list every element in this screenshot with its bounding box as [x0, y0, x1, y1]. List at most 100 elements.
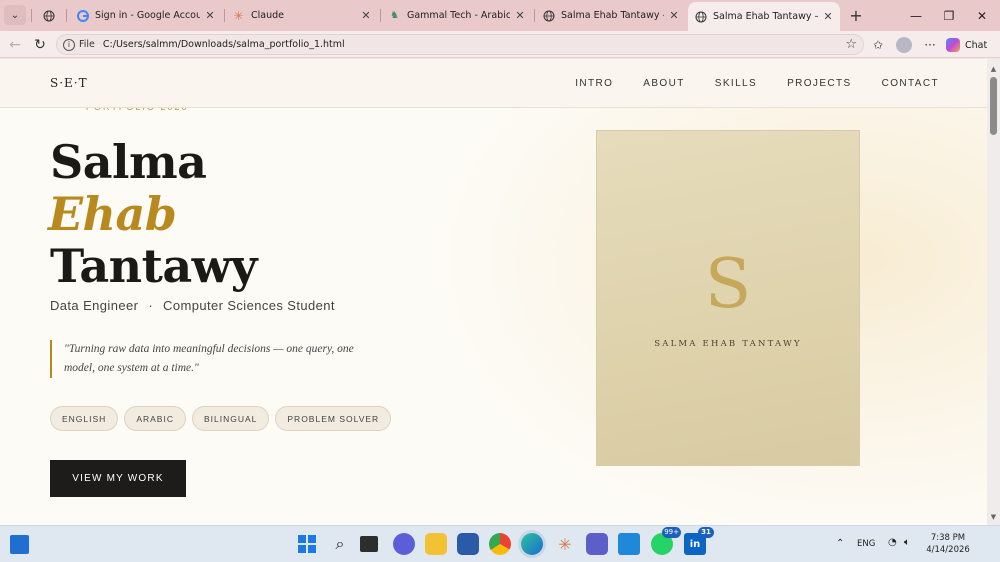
tab-separator [380, 9, 381, 22]
copilot-chat-button[interactable]: Chat [946, 35, 987, 55]
tab-title: Claude [251, 10, 284, 21]
notification-badge: 99+ [662, 527, 681, 538]
monogram: S [704, 245, 752, 324]
volume-icon[interactable]: 🔈︎ [904, 537, 910, 548]
tab-title: Sign in - Google Accounts [95, 10, 200, 21]
tab-separator [224, 9, 225, 22]
tab-title: Salma Ehab Tantawy — Portfo [561, 10, 664, 21]
language-indicator[interactable]: ENG [857, 539, 875, 549]
nav-intro[interactable]: INTRO [575, 78, 613, 89]
teams-icon[interactable] [586, 533, 608, 555]
tab-separator [534, 9, 535, 22]
more-dots-icon: ··· [924, 38, 936, 52]
web-page: PORTFOLIO 2026 Salma Ehab Tantawy Data E… [0, 59, 987, 525]
notification-badge: 31 [698, 527, 714, 538]
scroll-thumb[interactable] [990, 77, 997, 135]
scroll-up-arrow-icon[interactable]: ▲ [990, 65, 997, 73]
windows-taskbar: ⌕ ✳ 99+ in 31 ⌃ ENG ◔ 🔈︎ 7:38 PM 4/14/20… [0, 525, 1000, 562]
close-icon[interactable]: ✕ [822, 10, 834, 23]
reload-button[interactable]: ↻ [30, 35, 50, 55]
globe-icon [542, 9, 555, 22]
close-icon[interactable]: ✕ [360, 9, 372, 22]
linkedin-icon[interactable]: in 31 [684, 527, 714, 555]
tag-bilingual: BILINGUAL [191, 406, 270, 431]
tab-portfolio-active[interactable]: Salma Ehab Tantawy — Portfo ✕ [688, 2, 840, 31]
tab-claude[interactable]: ✳ Claude ✕ [226, 0, 378, 31]
edge-icon[interactable] [521, 533, 543, 555]
clock[interactable]: 7:38 PM 4/14/2026 [922, 532, 974, 556]
globe-icon [42, 9, 55, 22]
profile-button[interactable] [894, 35, 914, 55]
role-primary: Data Engineer [50, 298, 139, 313]
claude-icon: ✳ [233, 8, 244, 23]
nav-contact[interactable]: CONTACT [882, 78, 939, 89]
tab-portfolio[interactable]: Salma Ehab Tantawy — Portfo ✕ [536, 0, 686, 31]
close-icon[interactable]: ✕ [514, 9, 526, 22]
address-bar[interactable]: i File C:/Users/salmm/Downloads/salma_po… [56, 34, 864, 55]
favorites-icon: ✩ [872, 38, 884, 52]
tag-problem-solver: PROBLEM SOLVER [275, 406, 392, 431]
start-button[interactable] [296, 533, 318, 555]
new-tab-button[interactable]: + [846, 5, 866, 25]
view-my-work-button[interactable]: VIEW MY WORK [50, 460, 186, 497]
tab-google-signin[interactable]: Sign in - Google Accounts ✕ [70, 0, 222, 31]
close-window-button[interactable]: ✕ [964, 0, 1000, 31]
tab-gammal-tech[interactable]: ♞ Gammal Tech - Arabic Progra ✕ [382, 0, 532, 31]
info-icon[interactable]: i [63, 38, 75, 51]
google-icon [76, 9, 89, 22]
arrow-left-icon: ← [9, 37, 21, 53]
close-icon[interactable]: ✕ [668, 9, 680, 22]
chevron-down-icon: ⌄ [10, 9, 20, 21]
task-view-icon[interactable] [360, 536, 378, 552]
wifi-icon[interactable]: ◔ [888, 537, 897, 548]
tab-separator [31, 9, 32, 22]
more-button[interactable]: ··· [920, 35, 940, 55]
star-icon[interactable]: ☆ [845, 37, 857, 52]
browser-toolbar: ← ↻ i File C:/Users/salmm/Downloads/salm… [0, 31, 1000, 58]
page-scrollbar[interactable]: ▲ ▼ [987, 59, 1000, 525]
nav-about[interactable]: ABOUT [643, 78, 684, 89]
minimize-button[interactable]: — [898, 0, 934, 31]
plus-icon: + [849, 5, 863, 25]
tagline-quote: "Turning raw data into meaningful decisi… [50, 340, 380, 378]
pinned-tab[interactable] [36, 0, 64, 31]
avatar [896, 37, 912, 53]
restore-button[interactable]: ❐ [931, 0, 967, 31]
restore-icon: ❐ [943, 8, 955, 23]
name-middle: Ehab [48, 187, 177, 241]
favorites-button[interactable]: ✩ [868, 35, 888, 55]
chat-app-icon[interactable] [393, 533, 415, 555]
nav-projects[interactable]: PROJECTS [787, 78, 852, 89]
microsoft-store-icon[interactable] [457, 533, 479, 555]
tab-actions-menu-button[interactable]: ⌄ [4, 5, 26, 25]
clock-date: 4/14/2026 [926, 545, 970, 555]
claude-app-icon[interactable]: ✳ [554, 533, 576, 555]
minimize-icon: — [910, 8, 922, 23]
name-first: Salma [50, 135, 207, 189]
chrome-icon[interactable] [489, 533, 511, 555]
roles-line: Data Engineer · Computer Sciences Studen… [50, 298, 335, 313]
vscode-icon[interactable] [618, 533, 640, 555]
tag-arabic: ARABIC [124, 406, 186, 431]
chevron-up-icon[interactable]: ⌃ [836, 538, 844, 549]
widgets-icon[interactable] [10, 535, 29, 554]
file-explorer-icon[interactable] [425, 533, 447, 555]
portrait-card: S SALMA EHAB TANTAWY [596, 130, 860, 466]
site-logo[interactable]: S·E·T [50, 76, 88, 90]
gammal-icon: ♞ [390, 10, 399, 21]
back-button[interactable]: ← [5, 35, 25, 55]
tab-title: Salma Ehab Tantawy — Portfo [713, 11, 818, 22]
scroll-down-arrow-icon[interactable]: ▼ [990, 513, 997, 521]
portrait-caption: SALMA EHAB TANTAWY [654, 339, 802, 349]
tag-english: ENGLISH [50, 406, 119, 431]
site-header: S·E·T INTRO ABOUT SKILLS PROJECTS CONTAC… [0, 59, 987, 108]
close-icon[interactable]: ✕ [204, 9, 216, 22]
windows-icon [298, 535, 316, 553]
clock-time: 7:38 PM [930, 533, 966, 543]
tab-separator [66, 9, 67, 22]
nav-skills[interactable]: SKILLS [715, 78, 757, 89]
whatsapp-icon[interactable]: 99+ [651, 527, 681, 555]
copilot-icon [946, 38, 960, 52]
search-button[interactable]: ⌕ [329, 533, 351, 555]
url-text[interactable]: C:/Users/salmm/Downloads/salma_portfolio… [103, 39, 345, 50]
